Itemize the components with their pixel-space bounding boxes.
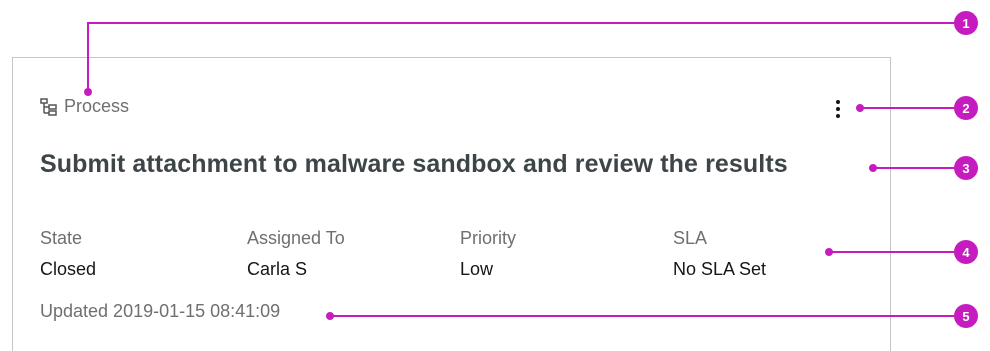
card-type-header: Process [40, 96, 129, 117]
callout-badge-4: 4 [954, 240, 978, 264]
field-label: State [40, 228, 83, 248]
overflow-menu-vertical-icon [836, 100, 840, 104]
updated-timestamp: Updated 2019-01-15 08:41:09 [40, 301, 281, 321]
card-type-label: Process [64, 96, 130, 116]
callout-badge-1: 1 [954, 11, 978, 35]
callout-badge-2: 2 [954, 96, 978, 120]
callout-badge-5: 5 [954, 304, 978, 328]
annotated-card-diagram: Process Submit attachment to malware san… [0, 0, 990, 351]
field-value: Closed [40, 259, 97, 279]
field-sla: SLA No SLA Set [673, 227, 766, 280]
field-value: No SLA Set [673, 259, 767, 279]
field-value: Carla S [247, 259, 308, 279]
card-title: Submit attachment to malware sandbox and… [40, 150, 788, 178]
callout-badge-3: 3 [954, 156, 978, 180]
field-label: SLA [673, 228, 708, 248]
process-tree-icon [40, 97, 57, 116]
field-label: Assigned To [247, 228, 345, 248]
field-label: Priority [460, 228, 517, 248]
field-priority: Priority Low [460, 227, 516, 280]
field-value: Low [460, 259, 494, 279]
field-assigned-to: Assigned To Carla S [247, 227, 345, 280]
overflow-menu-button[interactable] [828, 97, 848, 121]
field-state: State Closed [40, 227, 96, 280]
